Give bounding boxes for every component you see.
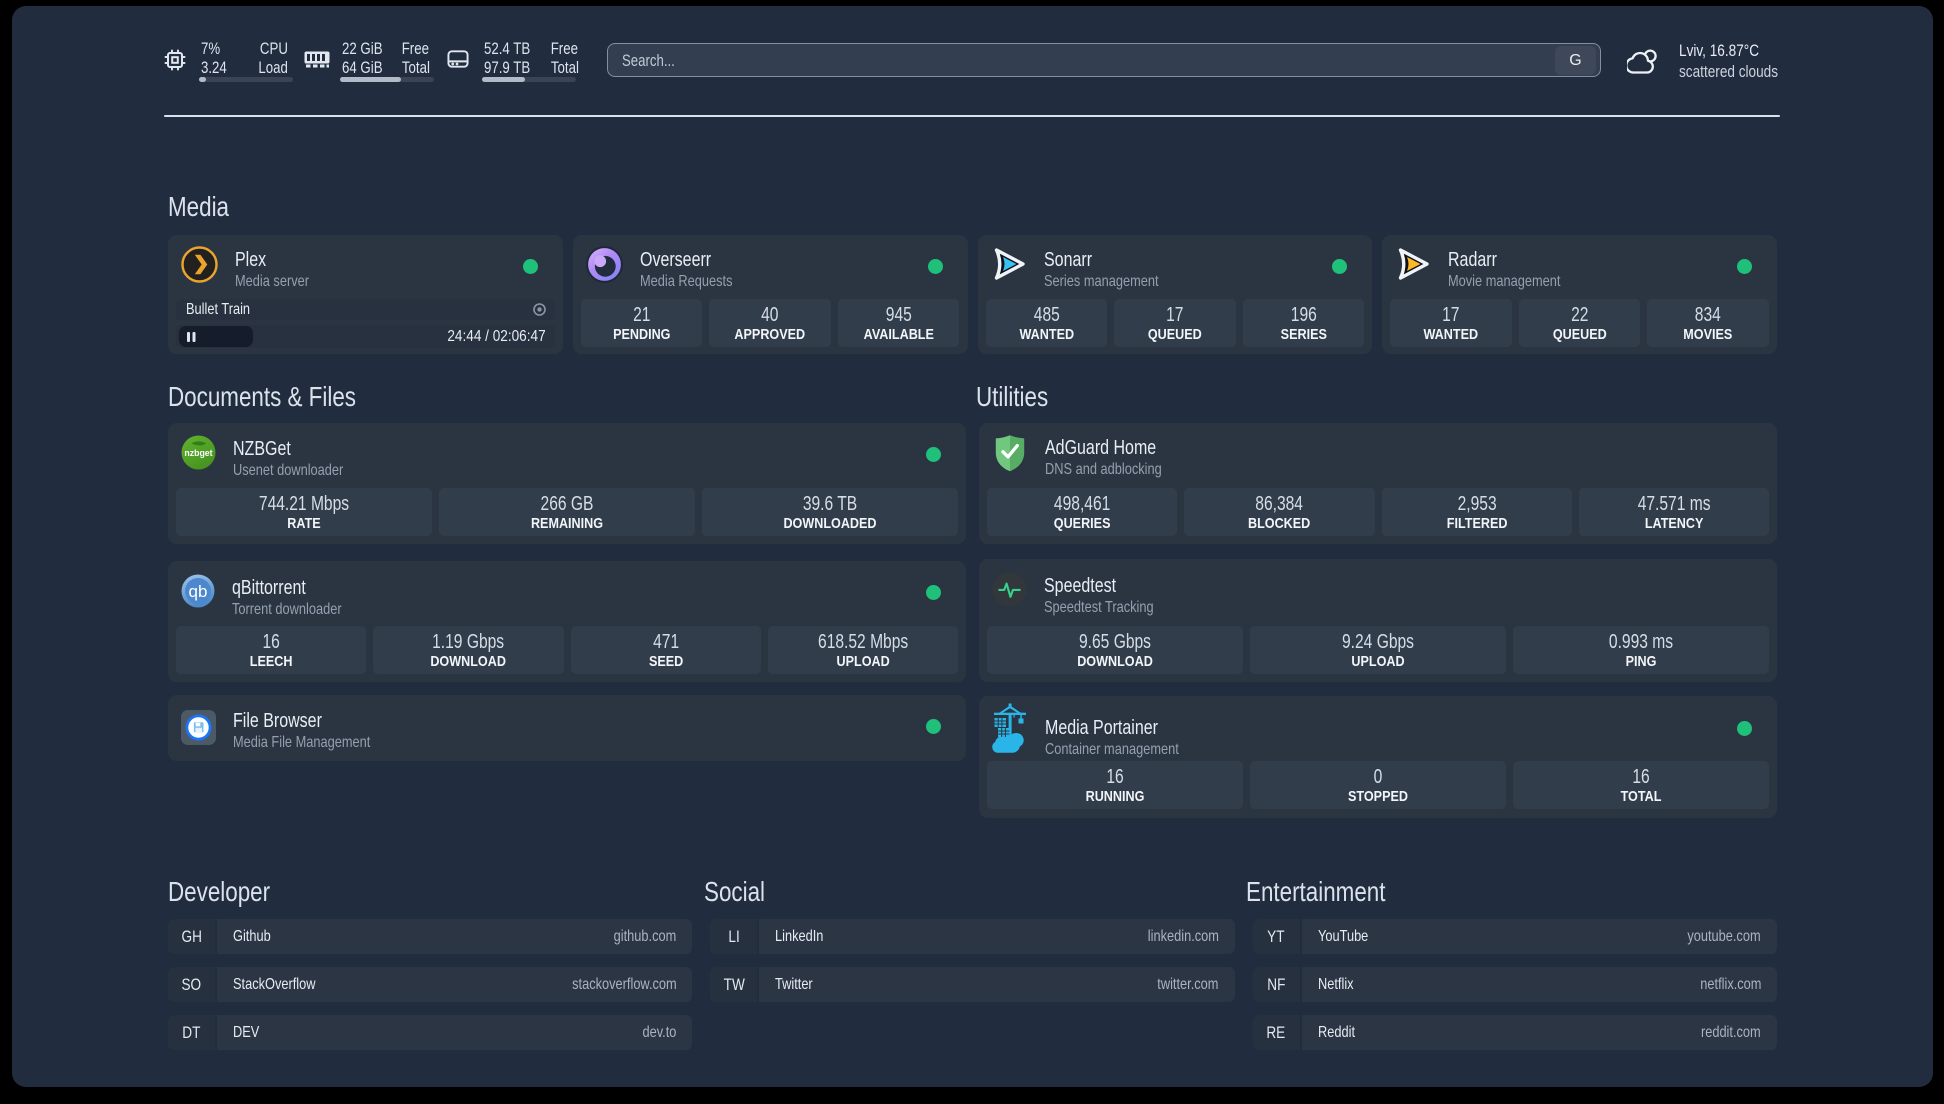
- svg-text:qb: qb: [189, 582, 208, 601]
- svg-text:nzbget: nzbget: [184, 448, 212, 458]
